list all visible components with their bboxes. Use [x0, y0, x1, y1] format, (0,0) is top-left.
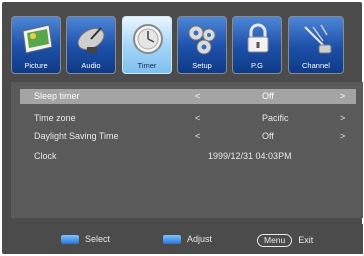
- tab-label: P.G: [251, 61, 263, 70]
- tv-menu-frame: Picture Audio Timer Setup P.G Channel Sl…: [2, 2, 363, 254]
- select-key-icon: [61, 235, 79, 245]
- picture-icon: [22, 24, 53, 54]
- tab-label: Channel: [302, 61, 330, 70]
- clock-value: 1999/12/31 04:03PM: [208, 151, 292, 161]
- left-arrow-icon[interactable]: <: [195, 113, 200, 123]
- tab-label: Timer: [137, 61, 157, 70]
- row-daylight-saving[interactable]: Daylight Saving Time < Off >: [20, 129, 356, 144]
- tab-timer[interactable]: Timer: [122, 16, 172, 74]
- adjust-key-icon: [163, 235, 181, 245]
- row-label: Clock: [34, 151, 57, 161]
- tab-pg[interactable]: P.G: [232, 16, 282, 74]
- settings-panel: Sleep timer < Off > Time zone < Pacific …: [11, 82, 363, 218]
- satellite-dish-icon: [77, 27, 105, 53]
- row-time-zone[interactable]: Time zone < Pacific >: [20, 111, 356, 126]
- row-clock: Clock 1999/12/31 04:03PM: [20, 149, 356, 164]
- tab-channel[interactable]: Channel: [288, 16, 344, 74]
- tab-label: Setup: [192, 61, 212, 70]
- right-arrow-icon[interactable]: >: [340, 113, 345, 123]
- tab-label: Audio: [81, 61, 101, 70]
- left-arrow-icon[interactable]: <: [195, 131, 200, 141]
- hint-adjust-label: Adjust: [187, 234, 213, 244]
- hint-exit-label: Exit: [298, 234, 314, 245]
- row-sleep-timer[interactable]: Sleep timer < Off >: [20, 89, 356, 104]
- hint-exit: Menu Exit: [257, 234, 313, 247]
- row-label: Daylight Saving Time: [34, 131, 119, 141]
- menu-key-icon: Menu: [257, 234, 293, 247]
- lock-icon: [247, 23, 269, 53]
- gears-icon: [188, 25, 216, 55]
- hint-select: Select: [61, 234, 111, 245]
- menu-tabs: Picture Audio Timer Setup P.G Channel: [11, 16, 363, 76]
- right-arrow-icon[interactable]: >: [340, 131, 345, 141]
- footer-hints: Select Adjust Menu Exit: [11, 224, 363, 254]
- tab-audio[interactable]: Audio: [66, 16, 116, 74]
- tab-picture[interactable]: Picture: [11, 16, 61, 74]
- tab-setup[interactable]: Setup: [177, 16, 227, 74]
- hint-adjust: Adjust: [163, 234, 213, 245]
- tab-label: Picture: [24, 61, 48, 70]
- row-value: Pacific: [262, 113, 289, 123]
- row-value: Off: [262, 91, 274, 101]
- antenna-icon: [304, 24, 332, 54]
- row-label: Sleep timer: [34, 91, 80, 101]
- hint-select-label: Select: [85, 234, 111, 244]
- left-arrow-icon[interactable]: <: [195, 91, 200, 101]
- right-arrow-icon[interactable]: >: [340, 91, 345, 101]
- row-label: Time zone: [34, 113, 76, 123]
- clock-icon: [133, 24, 163, 54]
- row-value: Off: [262, 131, 274, 141]
